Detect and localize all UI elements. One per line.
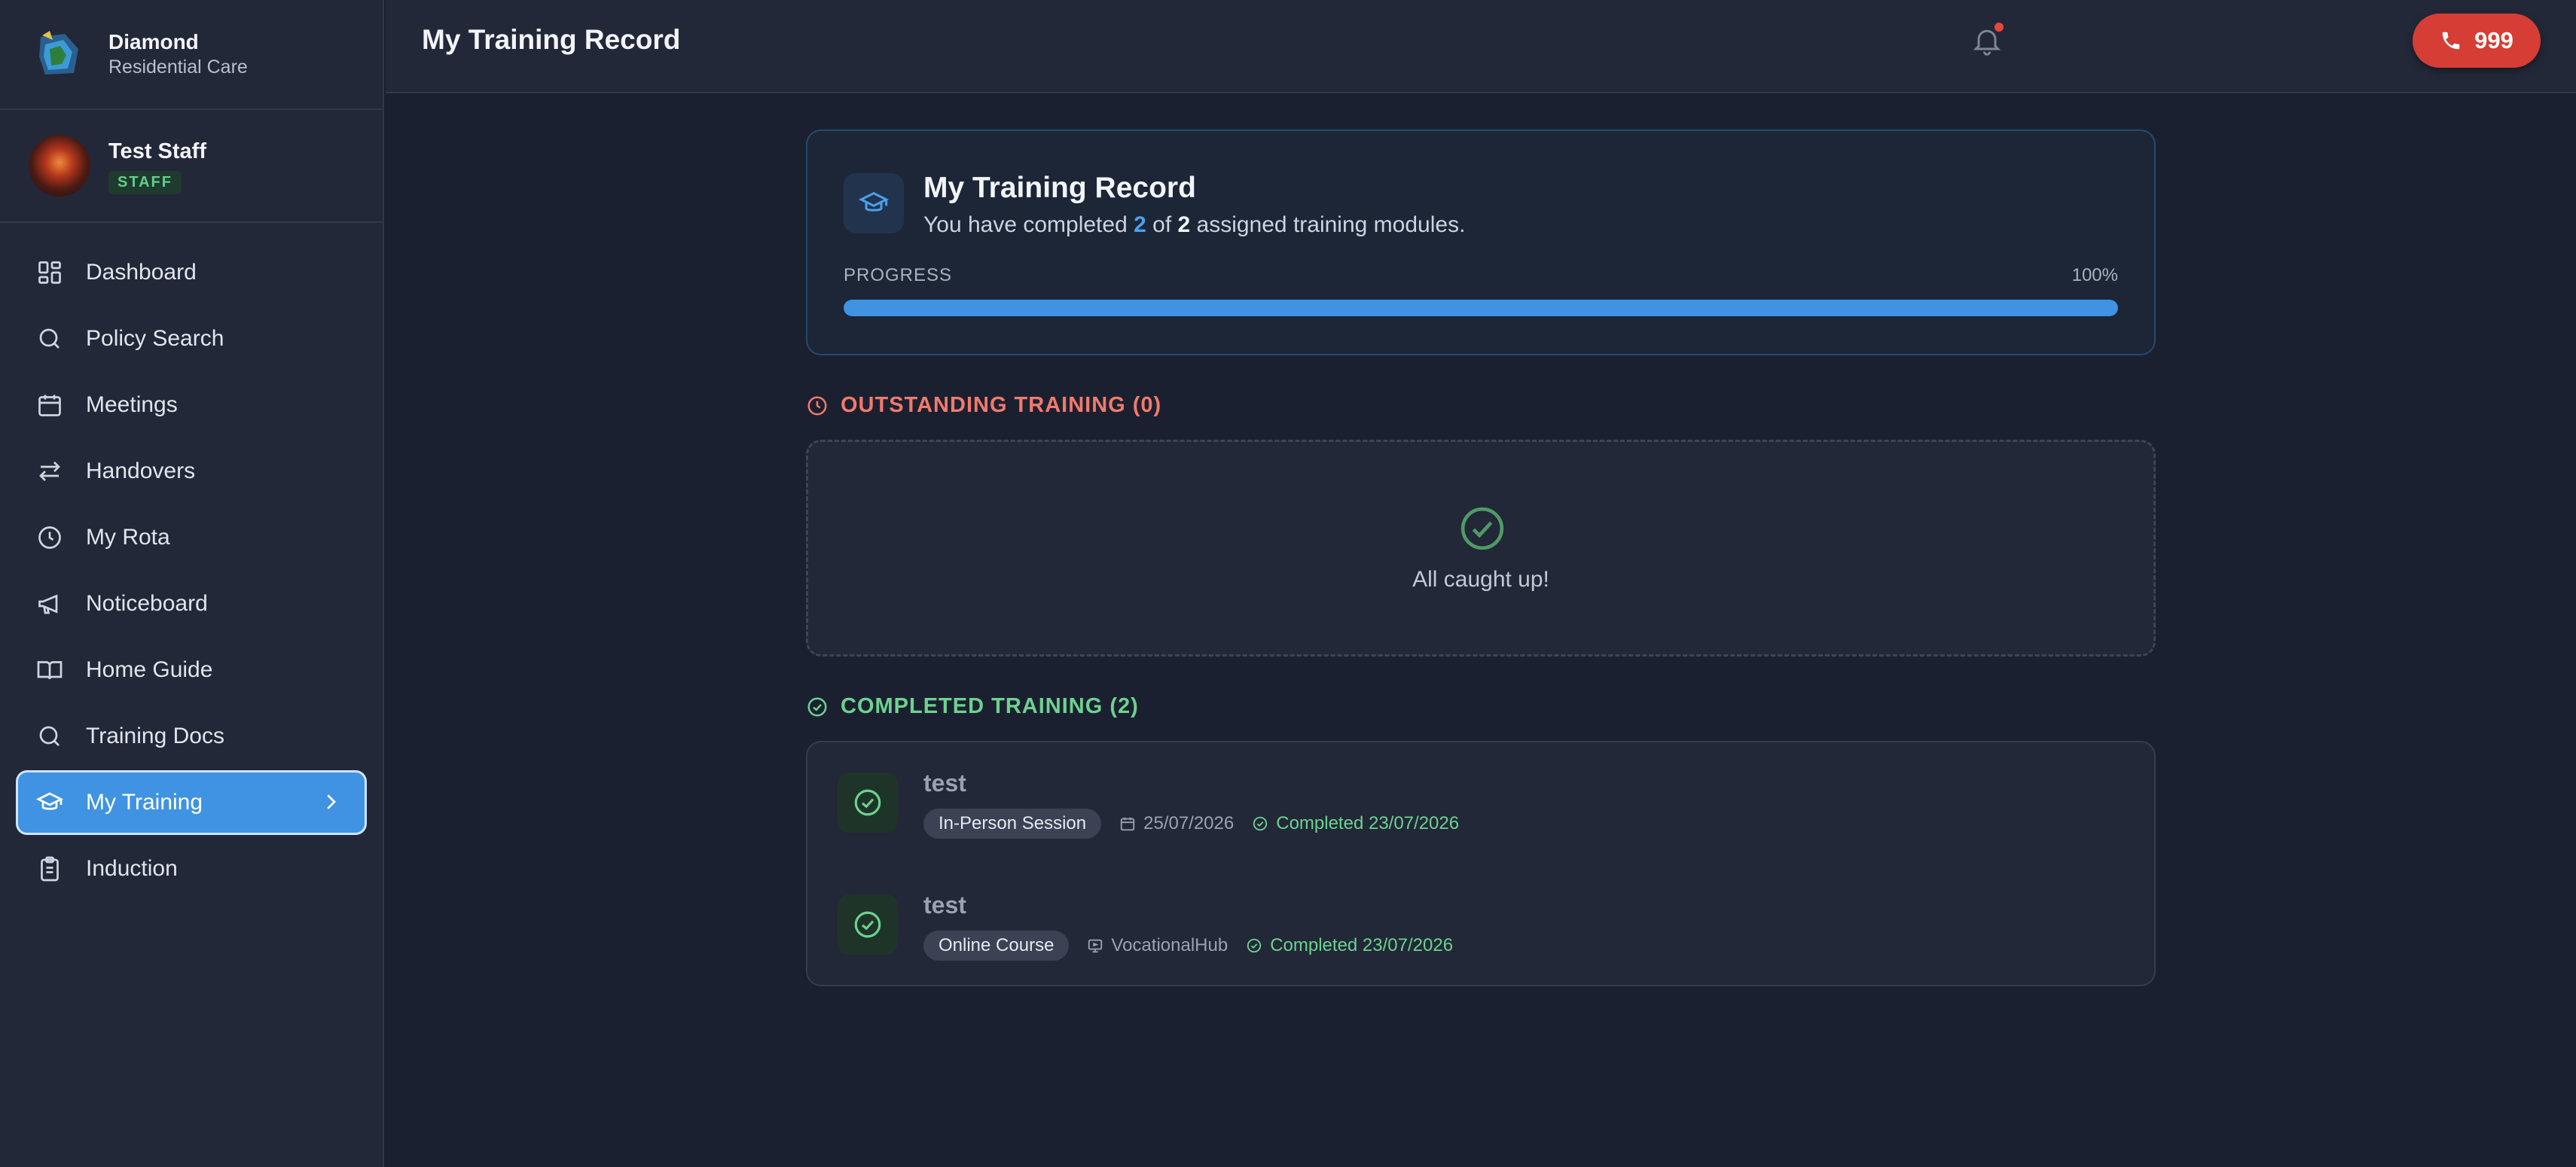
sidebar-item-label: Handovers	[86, 459, 196, 483]
emergency-call-button[interactable]: 999	[2413, 14, 2541, 68]
chevron-right-icon	[327, 794, 336, 809]
summary-title: My Training Record	[923, 172, 1196, 204]
brand-name: Diamond	[108, 30, 199, 53]
book-icon	[35, 655, 65, 685]
calendar-icon	[1120, 817, 1135, 831]
sidebar-item-my-rota[interactable]: My Rota	[18, 507, 365, 568]
sidebar-item-training-docs[interactable]: Training Docs	[18, 706, 365, 766]
sidebar-item-meetings[interactable]: Meetings	[18, 375, 365, 435]
sidebar-item-my-training[interactable]: My Training	[18, 772, 365, 833]
notification-dot	[1993, 21, 2005, 33]
sidebar-item-label: Dashboard	[86, 260, 197, 285]
search-icon	[35, 324, 65, 354]
sidebar-nav: Dashboard Policy Search Meetings Handove…	[0, 223, 383, 899]
check-circle-icon	[1253, 816, 1268, 831]
sidebar-item-dashboard[interactable]: Dashboard	[18, 242, 365, 303]
empty-state-text: All caught up!	[1412, 567, 1549, 592]
sidebar-item-home-guide[interactable]: Home Guide	[18, 640, 365, 700]
training-date: 25/07/2026	[1119, 813, 1234, 834]
megaphone-icon	[35, 589, 65, 619]
training-title: test	[923, 769, 966, 797]
training-status-text: Completed 23/07/2026	[1270, 935, 1454, 955]
training-provider: VocationalHub	[1087, 935, 1228, 956]
monitor-icon	[1088, 939, 1103, 953]
list-item[interactable]: test Online Course VocationalHub Complet…	[807, 864, 2154, 977]
completed-count: 2	[1134, 212, 1146, 237]
sidebar-item-label: Meetings	[86, 392, 178, 417]
user-profile[interactable]: Test Staff STAFF	[0, 110, 383, 223]
brand[interactable]: Diamond Residential Care	[0, 0, 383, 110]
training-detail: 25/07/2026	[1143, 813, 1235, 833]
user-name: Test Staff	[108, 139, 206, 163]
summary-text-prefix: You have completed	[923, 212, 1134, 237]
clock-icon	[35, 523, 65, 553]
outstanding-title-text: OUTSTANDING TRAINING (0)	[841, 393, 1162, 417]
sidebar-item-label: Noticeboard	[86, 591, 208, 616]
sidebar-item-label: Induction	[86, 856, 178, 881]
search-icon	[35, 721, 65, 751]
sidebar-item-noticeboard[interactable]: Noticeboard	[18, 574, 365, 634]
sidebar: Diamond Residential Care Test Staff STAF…	[0, 0, 384, 1167]
summary-text: You have completed 2 of 2 assigned train…	[923, 212, 1465, 238]
check-circle-icon	[838, 894, 898, 955]
logo-icon	[39, 31, 78, 75]
sidebar-item-label: Policy Search	[86, 326, 224, 351]
training-status: Completed 23/07/2026	[1252, 813, 1459, 834]
sidebar-item-policy-search[interactable]: Policy Search	[18, 309, 365, 369]
training-type-badge: In-Person Session	[923, 809, 1102, 839]
role-badge: STAFF	[108, 170, 182, 194]
page-title: My Training Record	[422, 24, 681, 55]
summary-text-suffix: assigned training modules.	[1190, 212, 1466, 237]
brand-subtitle: Residential Care	[108, 56, 248, 78]
outstanding-empty-state: All caught up!	[806, 440, 2156, 657]
training-meta: Online Course VocationalHub Completed 23…	[923, 931, 1471, 961]
avatar	[29, 135, 90, 197]
progress-bar-fill	[844, 300, 2118, 316]
training-meta: In-Person Session 25/07/2026 Completed 2…	[923, 809, 1477, 839]
outstanding-section-title: OUTSTANDING TRAINING (0)	[806, 393, 2156, 418]
clipboard-icon	[35, 854, 65, 884]
dashboard-icon	[35, 257, 65, 288]
list-item[interactable]: test In-Person Session 25/07/2026 Comple…	[807, 742, 2154, 855]
training-status-text: Completed 23/07/2026	[1276, 813, 1460, 833]
training-detail: VocationalHub	[1111, 935, 1228, 955]
check-circle-icon	[1460, 507, 1504, 550]
graduation-cap-icon	[844, 173, 904, 233]
sidebar-item-label: My Training	[86, 790, 203, 815]
swap-arrows-icon	[35, 456, 65, 486]
summary-text-mid: of	[1146, 212, 1178, 237]
progress-label: PROGRESS	[844, 265, 953, 285]
completed-title-text: COMPLETED TRAINING (2)	[841, 694, 1139, 718]
phone-icon	[2442, 32, 2460, 50]
sidebar-item-label: Training Docs	[86, 724, 224, 748]
sidebar-item-label: Home Guide	[86, 657, 213, 682]
calendar-icon	[35, 390, 65, 420]
emergency-label: 999	[2474, 27, 2513, 53]
top-header: My Training Record	[386, 0, 2576, 93]
progress-percent: 100%	[2071, 265, 2118, 285]
sidebar-item-induction[interactable]: Induction	[18, 839, 365, 899]
clock-icon	[807, 396, 827, 415]
check-circle-icon	[807, 697, 827, 716]
training-title: test	[923, 891, 966, 919]
sidebar-item-label: My Rota	[86, 525, 170, 550]
graduation-cap-icon	[35, 788, 65, 818]
completed-training-list: test In-Person Session 25/07/2026 Comple…	[806, 741, 2156, 986]
check-circle-icon	[838, 772, 898, 833]
training-status: Completed 23/07/2026	[1246, 935, 1453, 956]
training-summary-card: My Training Record You have completed 2 …	[806, 129, 2156, 355]
training-type-badge: Online Course	[923, 931, 1070, 961]
assigned-count: 2	[1177, 212, 1191, 237]
completed-section-title: COMPLETED TRAINING (2)	[806, 694, 2156, 719]
progress-bar	[844, 300, 2118, 316]
check-circle-icon	[1247, 938, 1262, 953]
sidebar-item-handovers[interactable]: Handovers	[18, 441, 365, 501]
